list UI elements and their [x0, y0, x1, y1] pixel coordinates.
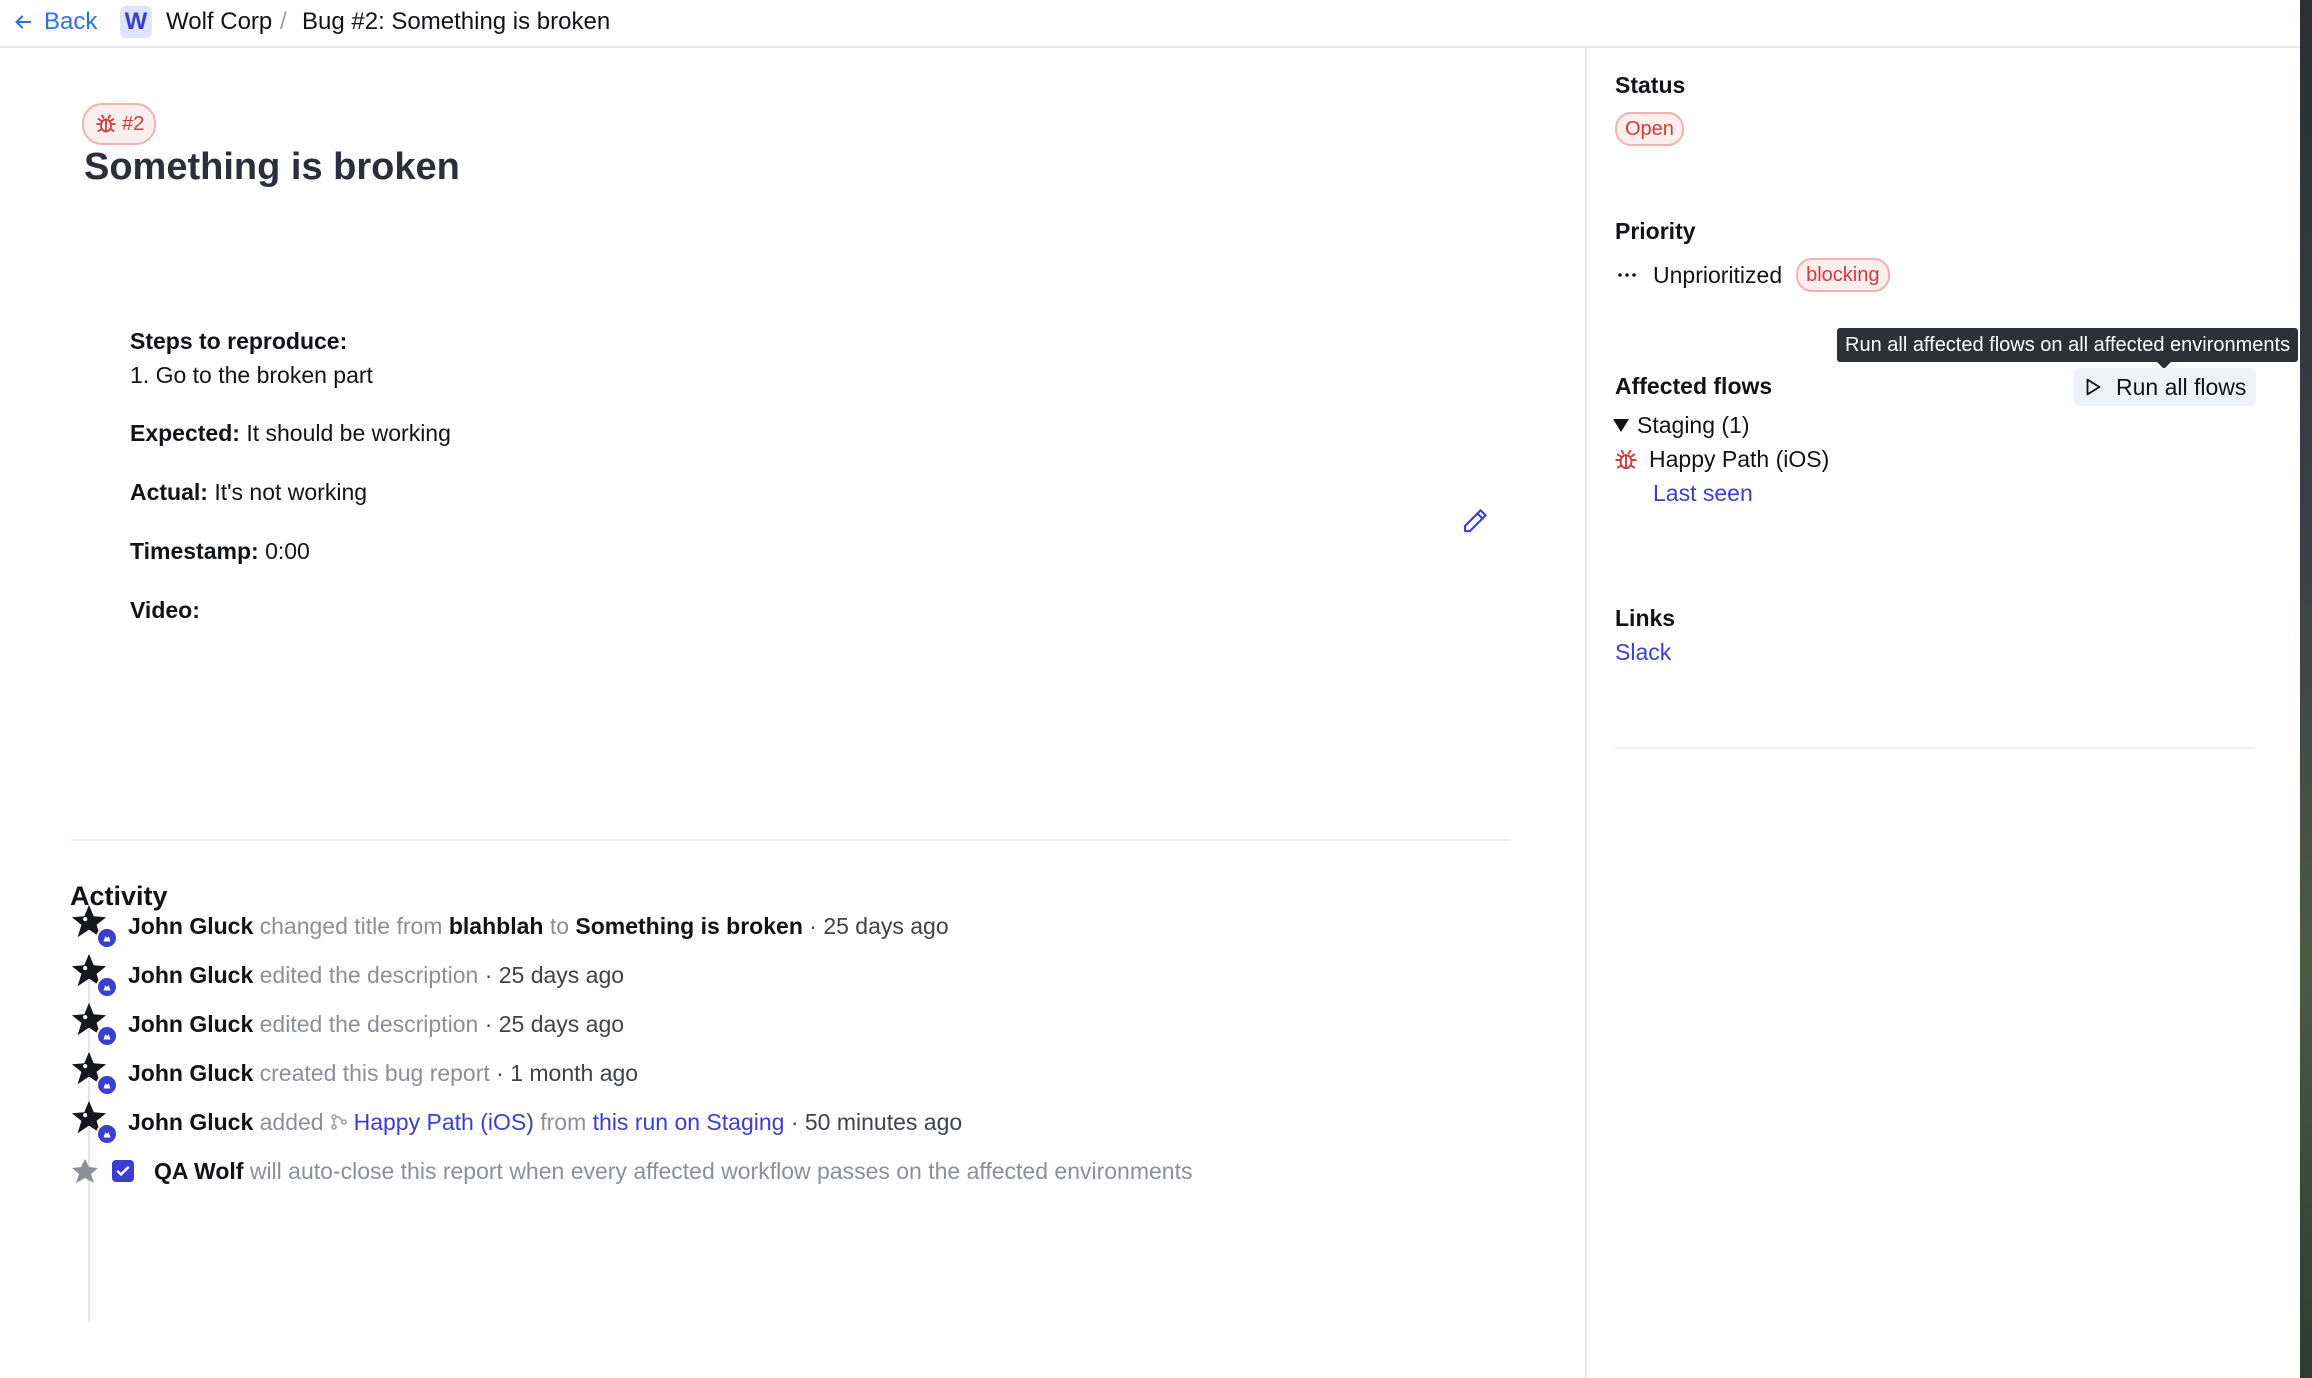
- run-all-label: Run all flows: [2116, 373, 2247, 400]
- activity-time: · 50 minutes ago: [790, 1108, 963, 1135]
- activity-time: · 1 month ago: [496, 1059, 639, 1086]
- activity-verb: edited the description: [259, 1010, 479, 1037]
- checkbox-icon: [116, 1166, 130, 1176]
- user-avatar: [70, 903, 118, 949]
- pencil-icon[interactable]: [1460, 506, 1490, 536]
- affected-flows-label: Affected flows: [1615, 373, 1773, 399]
- activity-actor[interactable]: John Gluck: [128, 1109, 253, 1136]
- auto-close-checkbox[interactable]: [112, 1160, 134, 1182]
- qa-wolf-avatar-icon: [72, 1159, 98, 1183]
- affected-flow-item[interactable]: Happy Path (iOS): [1613, 446, 1829, 473]
- activity-actor[interactable]: John Gluck: [128, 1060, 253, 1087]
- section-divider: [70, 839, 1510, 841]
- breadcrumb-separator: /: [280, 8, 287, 35]
- links-label: Links: [1615, 605, 1676, 631]
- breadcrumb-org[interactable]: Wolf Corp: [166, 8, 272, 36]
- run-all-flows-button[interactable]: Run all flows: [2074, 368, 2257, 406]
- arrow-left-icon: [15, 15, 32, 29]
- priority-label: Priority: [1615, 218, 1696, 244]
- activity-verb: added: [259, 1108, 324, 1135]
- user-avatar: [70, 1050, 118, 1096]
- page-title: Something is broken: [84, 146, 460, 188]
- auto-close-text: will auto-close this report when every a…: [249, 1157, 1193, 1184]
- activity-item: John Gluck edited the description · 25 d…: [70, 952, 1470, 998]
- flow-branch-icon: [330, 1114, 347, 1130]
- auto-close-notice: QA Wolf will auto-close this report when…: [70, 1148, 1470, 1194]
- last-seen-link[interactable]: Last seen: [1653, 480, 1753, 507]
- user-avatar: [70, 1001, 118, 1047]
- back-link[interactable]: Back: [12, 8, 97, 36]
- actual-value: It's not working: [214, 479, 368, 505]
- bug-icon: [96, 114, 116, 133]
- activity-actor[interactable]: John Gluck: [128, 1011, 253, 1038]
- activity-actor[interactable]: John Gluck: [128, 913, 253, 940]
- affected-flow-name: Happy Path (iOS): [1649, 446, 1830, 472]
- activity-time: · 25 days ago: [484, 961, 625, 988]
- user-avatar: [70, 1099, 118, 1145]
- bug-id-badge: #2: [82, 103, 157, 145]
- more-dots-icon: [1618, 273, 1636, 277]
- run-all-tooltip: Run all affected flows on all affected e…: [1837, 328, 2299, 369]
- actual-label: Actual:: [130, 479, 208, 505]
- slack-link[interactable]: Slack: [1615, 639, 1671, 666]
- window-edge: [2300, 0, 2312, 1378]
- activity-verb: created this bug report: [259, 1059, 490, 1086]
- activity-verb: edited the description: [259, 961, 479, 988]
- activity-time: · 25 days ago: [484, 1010, 625, 1037]
- priority-tag: blocking: [1796, 258, 1890, 292]
- flow-link[interactable]: Happy Path (iOS): [354, 1109, 534, 1136]
- video-label: Video:: [130, 597, 200, 623]
- activity-item: John Gluck created this bug report · 1 m…: [70, 1050, 1470, 1096]
- tooltip-text: Run all affected flows on all affected e…: [1845, 333, 2291, 356]
- details-sidebar: Status Open Priority Unprioritized block…: [1585, 48, 2301, 1378]
- disclosure-triangle-icon: [1613, 419, 1629, 432]
- steps-label: Steps to reproduce:: [130, 328, 348, 354]
- from-word: from: [540, 1108, 587, 1135]
- priority-row[interactable]: Unprioritized blocking: [1615, 258, 1890, 292]
- priority-value: Unprioritized: [1653, 261, 1783, 288]
- breadcrumb-current: Bug #2: Something is broken: [302, 8, 611, 35]
- to-word: to: [549, 912, 569, 939]
- expected-value: It should be working: [246, 420, 451, 446]
- activity-time: · 25 days ago: [809, 912, 949, 939]
- user-avatar: [70, 952, 118, 998]
- org-logo: W: [120, 6, 152, 38]
- status-badge[interactable]: Open: [1615, 112, 1684, 146]
- environment-toggle[interactable]: Staging (1): [1613, 412, 1750, 439]
- activity-item: John Gluck edited the description · 25 d…: [70, 1001, 1470, 1047]
- top-bar: Back W Wolf Corp / Bug #2: Something is …: [0, 0, 2300, 48]
- back-label: Back: [44, 8, 98, 35]
- timestamp-value: 0:00: [265, 538, 310, 564]
- play-icon: [2086, 378, 2101, 396]
- activity-verb: changed title from: [259, 912, 443, 939]
- sidebar-divider: [1615, 747, 2255, 749]
- bug-icon: [1615, 449, 1637, 469]
- qa-wolf-actor: QA Wolf: [154, 1157, 244, 1184]
- expected-label: Expected:: [130, 420, 240, 446]
- main-content: #2 Something is broken Steps to reproduc…: [0, 48, 1584, 1378]
- activity-actor[interactable]: John Gluck: [128, 962, 253, 989]
- status-label: Status: [1615, 72, 1686, 98]
- step-item: 1. Go to the broken part: [130, 362, 373, 388]
- run-link[interactable]: this run on Staging: [593, 1109, 785, 1136]
- activity-item: John Gluck added Happy Path (iOS) from t…: [70, 1099, 1470, 1145]
- activity-item: John Gluck changed title from blahblah t…: [70, 903, 1470, 949]
- timestamp-label: Timestamp:: [130, 538, 259, 564]
- new-title: Something is broken: [575, 912, 803, 939]
- bug-id: #2: [122, 112, 145, 135]
- old-title: blahblah: [448, 912, 544, 939]
- environment-name: Staging (1): [1637, 412, 1750, 438]
